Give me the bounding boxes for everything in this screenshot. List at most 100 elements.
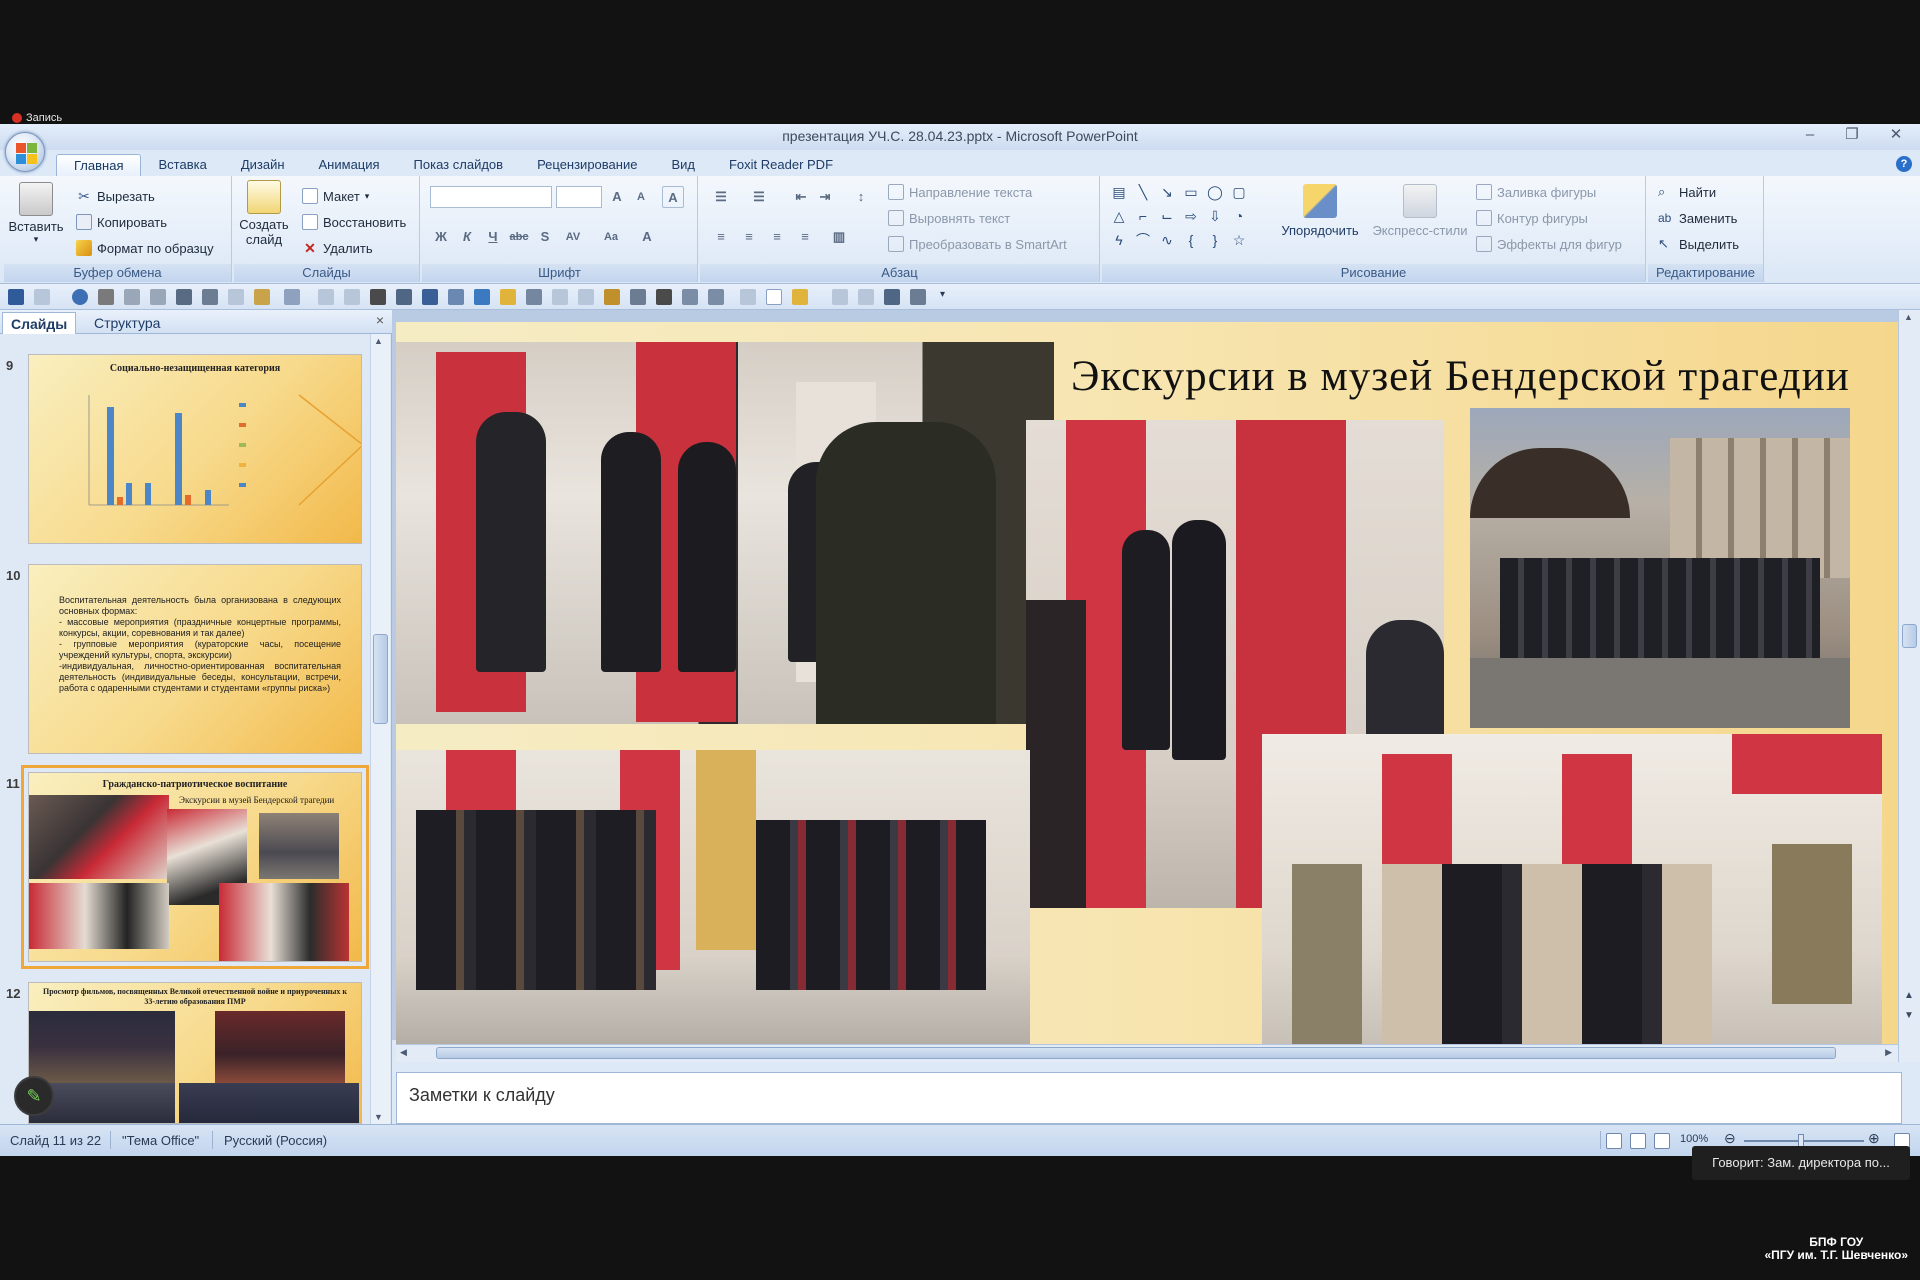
open-folder-icon[interactable] [500,289,516,305]
spacing-button[interactable]: AV [562,226,584,248]
slide-thumbnail-9[interactable]: Социально-незащищенная категория [28,354,362,544]
arrange-button[interactable]: Упорядочить [1274,184,1366,238]
tab-foxit[interactable]: Foxit Reader PDF [712,154,850,176]
slide-thumbnail-12[interactable]: Просмотр фильмов, посвященных Великой от… [28,982,362,1124]
align-right-button[interactable]: ≡ [766,226,788,248]
elbow-connector-icon[interactable]: ⌐ [1132,206,1154,226]
slide-thumbnail-11[interactable]: Гражданско-патриотическое воспитание Экс… [21,765,369,969]
delete-slide-button[interactable]: ✕ Удалить [302,240,373,256]
text-direction-button[interactable]: Направление текста [888,184,1032,200]
macro-icon[interactable] [422,289,438,305]
scroll-left-icon[interactable]: ◀ [400,1047,407,1058]
rounded-rect-shape-icon[interactable]: ▢ [1228,182,1250,202]
undo-icon[interactable] [34,289,50,305]
draw-icon[interactable] [396,289,412,305]
office-button[interactable] [5,132,45,172]
smartart-button[interactable]: Преобразовать в SmartArt [888,236,1067,252]
paste-small-icon[interactable] [254,289,270,305]
annotation-pen-icon[interactable]: ✎ [14,1076,54,1116]
zoom-out-icon[interactable]: ⊖ [1724,1130,1736,1147]
down-arrow-shape-icon[interactable]: ⇩ [1204,206,1226,226]
line-spacing-button[interactable]: ↕ [850,186,872,208]
paste-button[interactable]: Вставить ▾ [8,182,64,245]
star-shape-icon[interactable]: ☆ [1228,230,1250,250]
effects-small-icon[interactable] [858,289,874,305]
slide-copy-icon[interactable] [740,289,756,305]
email-icon[interactable] [150,289,166,305]
rotate-icon[interactable] [630,289,646,305]
line-shape-icon[interactable]: ╲ [1132,182,1154,202]
format-painter-button[interactable]: Формат по образцу [76,240,214,256]
arrow-line-shape-icon[interactable]: ↘ [1156,182,1178,202]
panel-scrollbar[interactable]: ▲ ▼ [370,334,390,1124]
quick-styles-button[interactable]: Экспресс-стили [1370,184,1470,238]
check-icon[interactable] [474,289,490,305]
zoom-icon[interactable] [656,289,672,305]
current-slide[interactable]: Экскурсии в музей Бендерской трагедии [396,322,1898,1044]
panel-scroll-thumb[interactable] [373,634,388,724]
spelling-icon[interactable] [448,289,464,305]
tab-review[interactable]: Рецензирование [520,154,654,176]
close-button[interactable]: ✕ [1878,124,1914,148]
slide-scroll-thumb[interactable] [1902,624,1917,648]
crop-icon[interactable] [202,289,218,305]
clear-format-button[interactable]: A [662,186,684,208]
rectangle-shape-icon[interactable]: ▭ [1180,182,1202,202]
grow-font-button[interactable]: A [606,186,628,208]
scroll-up-icon[interactable]: ▲ [1904,312,1913,322]
tab-slides[interactable]: Слайды [2,312,77,334]
columns-button[interactable]: ▥ [828,226,850,248]
copy-small-icon[interactable] [228,289,244,305]
shape-fill-button[interactable]: Заливка фигуры [1476,184,1596,200]
preview-icon[interactable] [124,289,140,305]
picture-icon[interactable] [176,289,192,305]
arc-shape-icon[interactable]: ⌒ [1132,230,1154,250]
customize-qat-icon[interactable]: ▾ [940,289,950,305]
reset-button[interactable]: Восстановить [302,214,406,230]
notes-pane[interactable]: Заметки к слайду [396,1072,1902,1124]
triangle-shape-icon[interactable]: △ [1108,206,1130,226]
close-panel-icon[interactable]: × [376,312,384,328]
table-icon[interactable] [284,289,300,305]
new-slide-button[interactable]: Создать слайд [239,180,289,247]
print-icon[interactable] [98,289,114,305]
font-color-button[interactable]: A [636,226,658,248]
elbow-arrow-icon[interactable]: ⌙ [1156,206,1178,226]
send-back-icon[interactable] [578,289,594,305]
shape-effects-button[interactable]: Эффекты для фигур [1476,236,1622,252]
bullets-button[interactable]: ☰ [710,186,732,208]
group-icon[interactable] [526,289,542,305]
slide-thumbnail-10[interactable]: Воспитательная деятельность была организ… [28,564,362,754]
redo-icon[interactable] [72,289,88,305]
right-arrow-shape-icon[interactable]: ⇨ [1180,206,1202,226]
bold-button[interactable]: Ж [430,226,452,248]
right-brace-shape-icon[interactable]: } [1204,230,1226,250]
animate-icon[interactable] [884,289,900,305]
oval-shape-icon[interactable]: ◯ [1204,182,1226,202]
italic-button[interactable]: К [456,226,478,248]
callout-shape-icon[interactable]: ◔ [1228,206,1250,226]
select-button[interactable]: ↖ Выделить [1658,236,1739,252]
scroll-up-icon[interactable]: ▲ [374,336,383,346]
textbox-icon[interactable] [370,289,386,305]
shape-outline-button[interactable]: Контур фигуры [1476,210,1588,226]
zoom-slider[interactable] [1744,1140,1864,1142]
format-icon[interactable] [832,289,848,305]
distribute-icon[interactable] [708,289,724,305]
normal-view-icon[interactable] [1606,1133,1622,1149]
lightning-shape-icon[interactable]: ϟ [1108,230,1130,250]
tab-outline[interactable]: Структура [86,312,168,334]
case-button[interactable]: Aa [600,226,622,248]
shrink-font-button[interactable]: A [630,186,652,208]
next-slide-icon[interactable]: ▼ [1904,1010,1914,1021]
align-left-button[interactable]: ≡ [710,226,732,248]
curve-shape-icon[interactable]: ∿ [1156,230,1178,250]
shadow-button[interactable]: S [534,226,556,248]
underline-button[interactable]: Ч [482,226,504,248]
strike-button[interactable]: abc [508,226,530,248]
align-center-button[interactable]: ≡ [738,226,760,248]
copy-format-icon[interactable] [344,289,360,305]
textbox-shape-icon[interactable]: ▤ [1108,182,1130,202]
decrease-indent-button[interactable]: ⇤ [790,186,812,208]
numbering-button[interactable]: ☰ [748,186,770,208]
